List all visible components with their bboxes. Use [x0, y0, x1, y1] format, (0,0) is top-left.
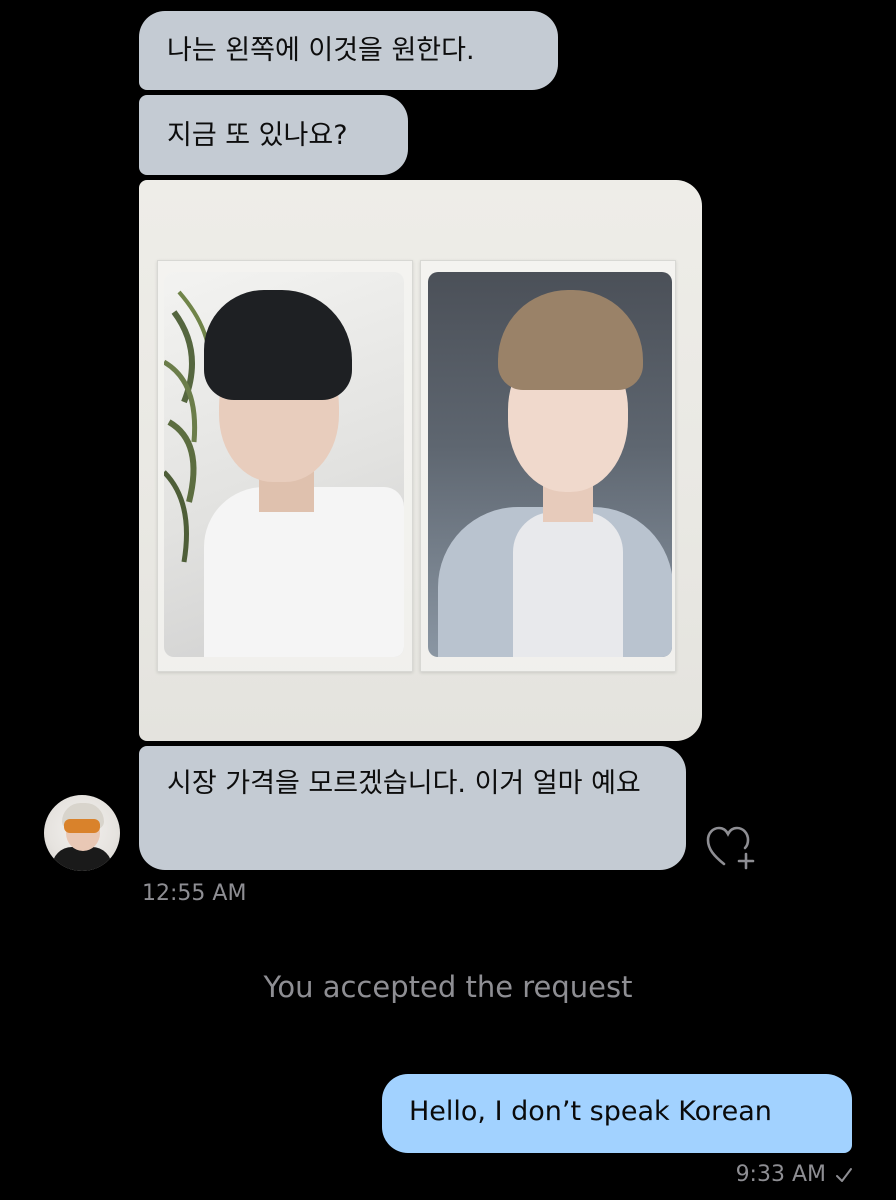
shirt [204, 487, 404, 657]
hair [498, 290, 643, 390]
request-accepted-notice: You accepted the request [263, 970, 633, 1004]
outgoing-message[interactable]: Hello, I don’t speak Korean [382, 1074, 852, 1153]
hair [204, 290, 352, 400]
heart-plus-icon[interactable] [706, 824, 758, 870]
checkmark-icon [836, 1167, 852, 1182]
message-text: 지금 또 있나요? [167, 120, 348, 151]
incoming-photo-message[interactable] [139, 180, 702, 741]
message-text: Hello, I don’t speak Korean [409, 1096, 772, 1127]
message-text: 시장 가격을 모르겠습니다. 이거 얼마 예요 [167, 768, 641, 799]
photocard-right [428, 272, 672, 657]
incoming-message[interactable]: 지금 또 있나요? [139, 95, 408, 175]
sender-avatar[interactable] [44, 795, 120, 871]
sent-status: 9:33 AM [736, 1162, 854, 1187]
message-timestamp: 12:55 AM [142, 881, 247, 906]
message-timestamp: 9:33 AM [735, 1162, 826, 1187]
incoming-message[interactable]: 시장 가격을 모르겠습니다. 이거 얼마 예요 [139, 746, 686, 870]
message-text: 나는 왼쪽에 이것을 원한다. [167, 35, 475, 66]
conversation-view: 나는 왼쪽에 이것을 원한다. 지금 또 있나요? 시장 가격을 모르겠습니다.… [0, 0, 896, 1200]
incoming-message[interactable]: 나는 왼쪽에 이것을 원한다. [139, 11, 558, 90]
photocard-left [164, 272, 404, 657]
